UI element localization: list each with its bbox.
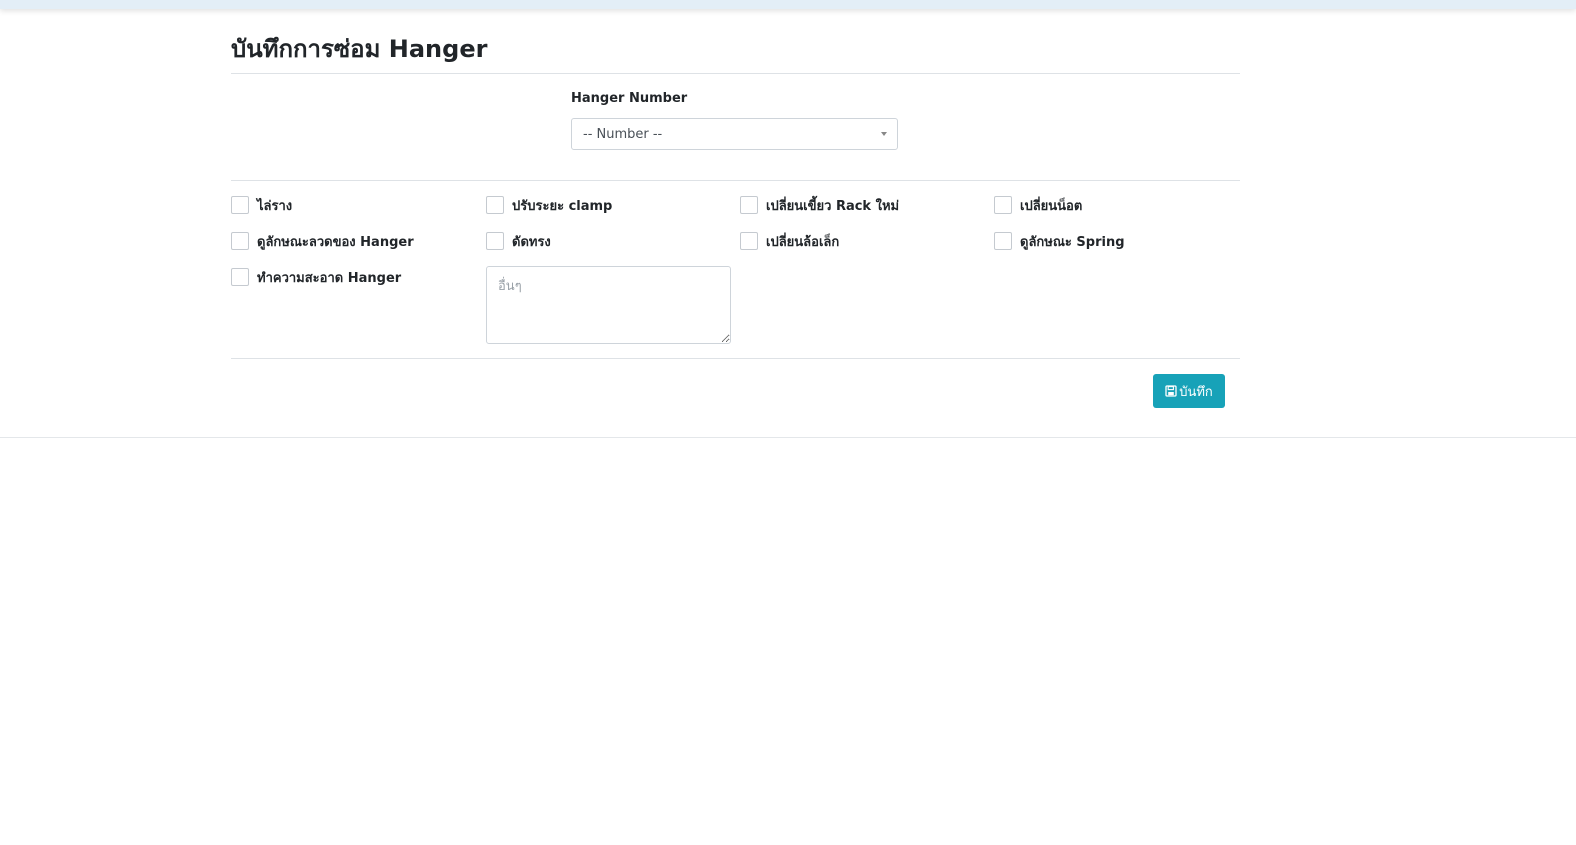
title-divider: [231, 73, 1240, 74]
checkbox-label: ดูลักษณะลวดของ Hanger: [257, 234, 414, 250]
checkbox-item-replace-nut[interactable]: เปลี่ยนน็อต: [994, 195, 1082, 215]
checkbox-divider: [231, 358, 1240, 359]
checkbox-item-inspect-spring[interactable]: ดูลักษณะ Spring: [994, 231, 1125, 251]
checkbox[interactable]: [740, 196, 758, 214]
checkbox-item-replace-small-wheel[interactable]: เปลี่ยนล้อเล็ก: [740, 231, 839, 251]
checkbox[interactable]: [231, 268, 249, 286]
checkbox-label: ไล่ราง: [257, 198, 293, 214]
save-button[interactable]: บันทึก: [1153, 374, 1225, 408]
checkbox[interactable]: [994, 232, 1012, 250]
checkbox-item-replace-rack-teeth[interactable]: เปลี่ยนเขี้ยว Rack ใหม่: [740, 195, 899, 215]
checkbox-item-rail-align[interactable]: ไล่ราง: [231, 195, 292, 215]
checkbox[interactable]: [740, 232, 758, 250]
checkbox-label: เปลี่ยนน็อต: [1020, 198, 1083, 214]
checkbox-label: ปรับระยะ clamp: [512, 198, 613, 214]
checkbox[interactable]: [994, 196, 1012, 214]
checkbox-label: เปลี่ยนล้อเล็ก: [766, 234, 840, 250]
hanger-number-selected-value: -- Number --: [583, 127, 663, 142]
checkbox[interactable]: [231, 196, 249, 214]
hanger-number-select[interactable]: -- Number --: [571, 118, 898, 150]
select-divider: [231, 180, 1240, 181]
checkbox-item-clean-hanger[interactable]: ทำความสะอาด Hanger: [231, 267, 401, 287]
hanger-number-label: Hanger Number: [571, 91, 688, 106]
floppy-disk-icon: [1165, 385, 1177, 397]
checkbox-item-adjust-clamp[interactable]: ปรับระยะ clamp: [486, 195, 612, 215]
footer-divider: [0, 437, 1576, 438]
checkbox[interactable]: [231, 232, 249, 250]
caret-down-icon: [881, 132, 887, 136]
checkbox[interactable]: [486, 232, 504, 250]
checkbox-label: ดัดทรง: [512, 234, 551, 250]
checkbox-item-reshape[interactable]: ดัดทรง: [486, 231, 551, 251]
top-bar: [0, 0, 1576, 9]
page-title: บันทึกการซ่อม Hanger: [231, 35, 488, 63]
save-button-label: บันทึก: [1179, 384, 1213, 400]
checkbox-item-inspect-wire[interactable]: ดูลักษณะลวดของ Hanger: [231, 231, 414, 251]
checkbox[interactable]: [486, 196, 504, 214]
checkbox-label: ทำความสะอาด Hanger: [257, 270, 402, 286]
checkbox-label: ดูลักษณะ Spring: [1020, 234, 1125, 250]
other-notes-textarea[interactable]: [486, 266, 731, 344]
checkbox-label: เปลี่ยนเขี้ยว Rack ใหม่: [766, 198, 900, 214]
